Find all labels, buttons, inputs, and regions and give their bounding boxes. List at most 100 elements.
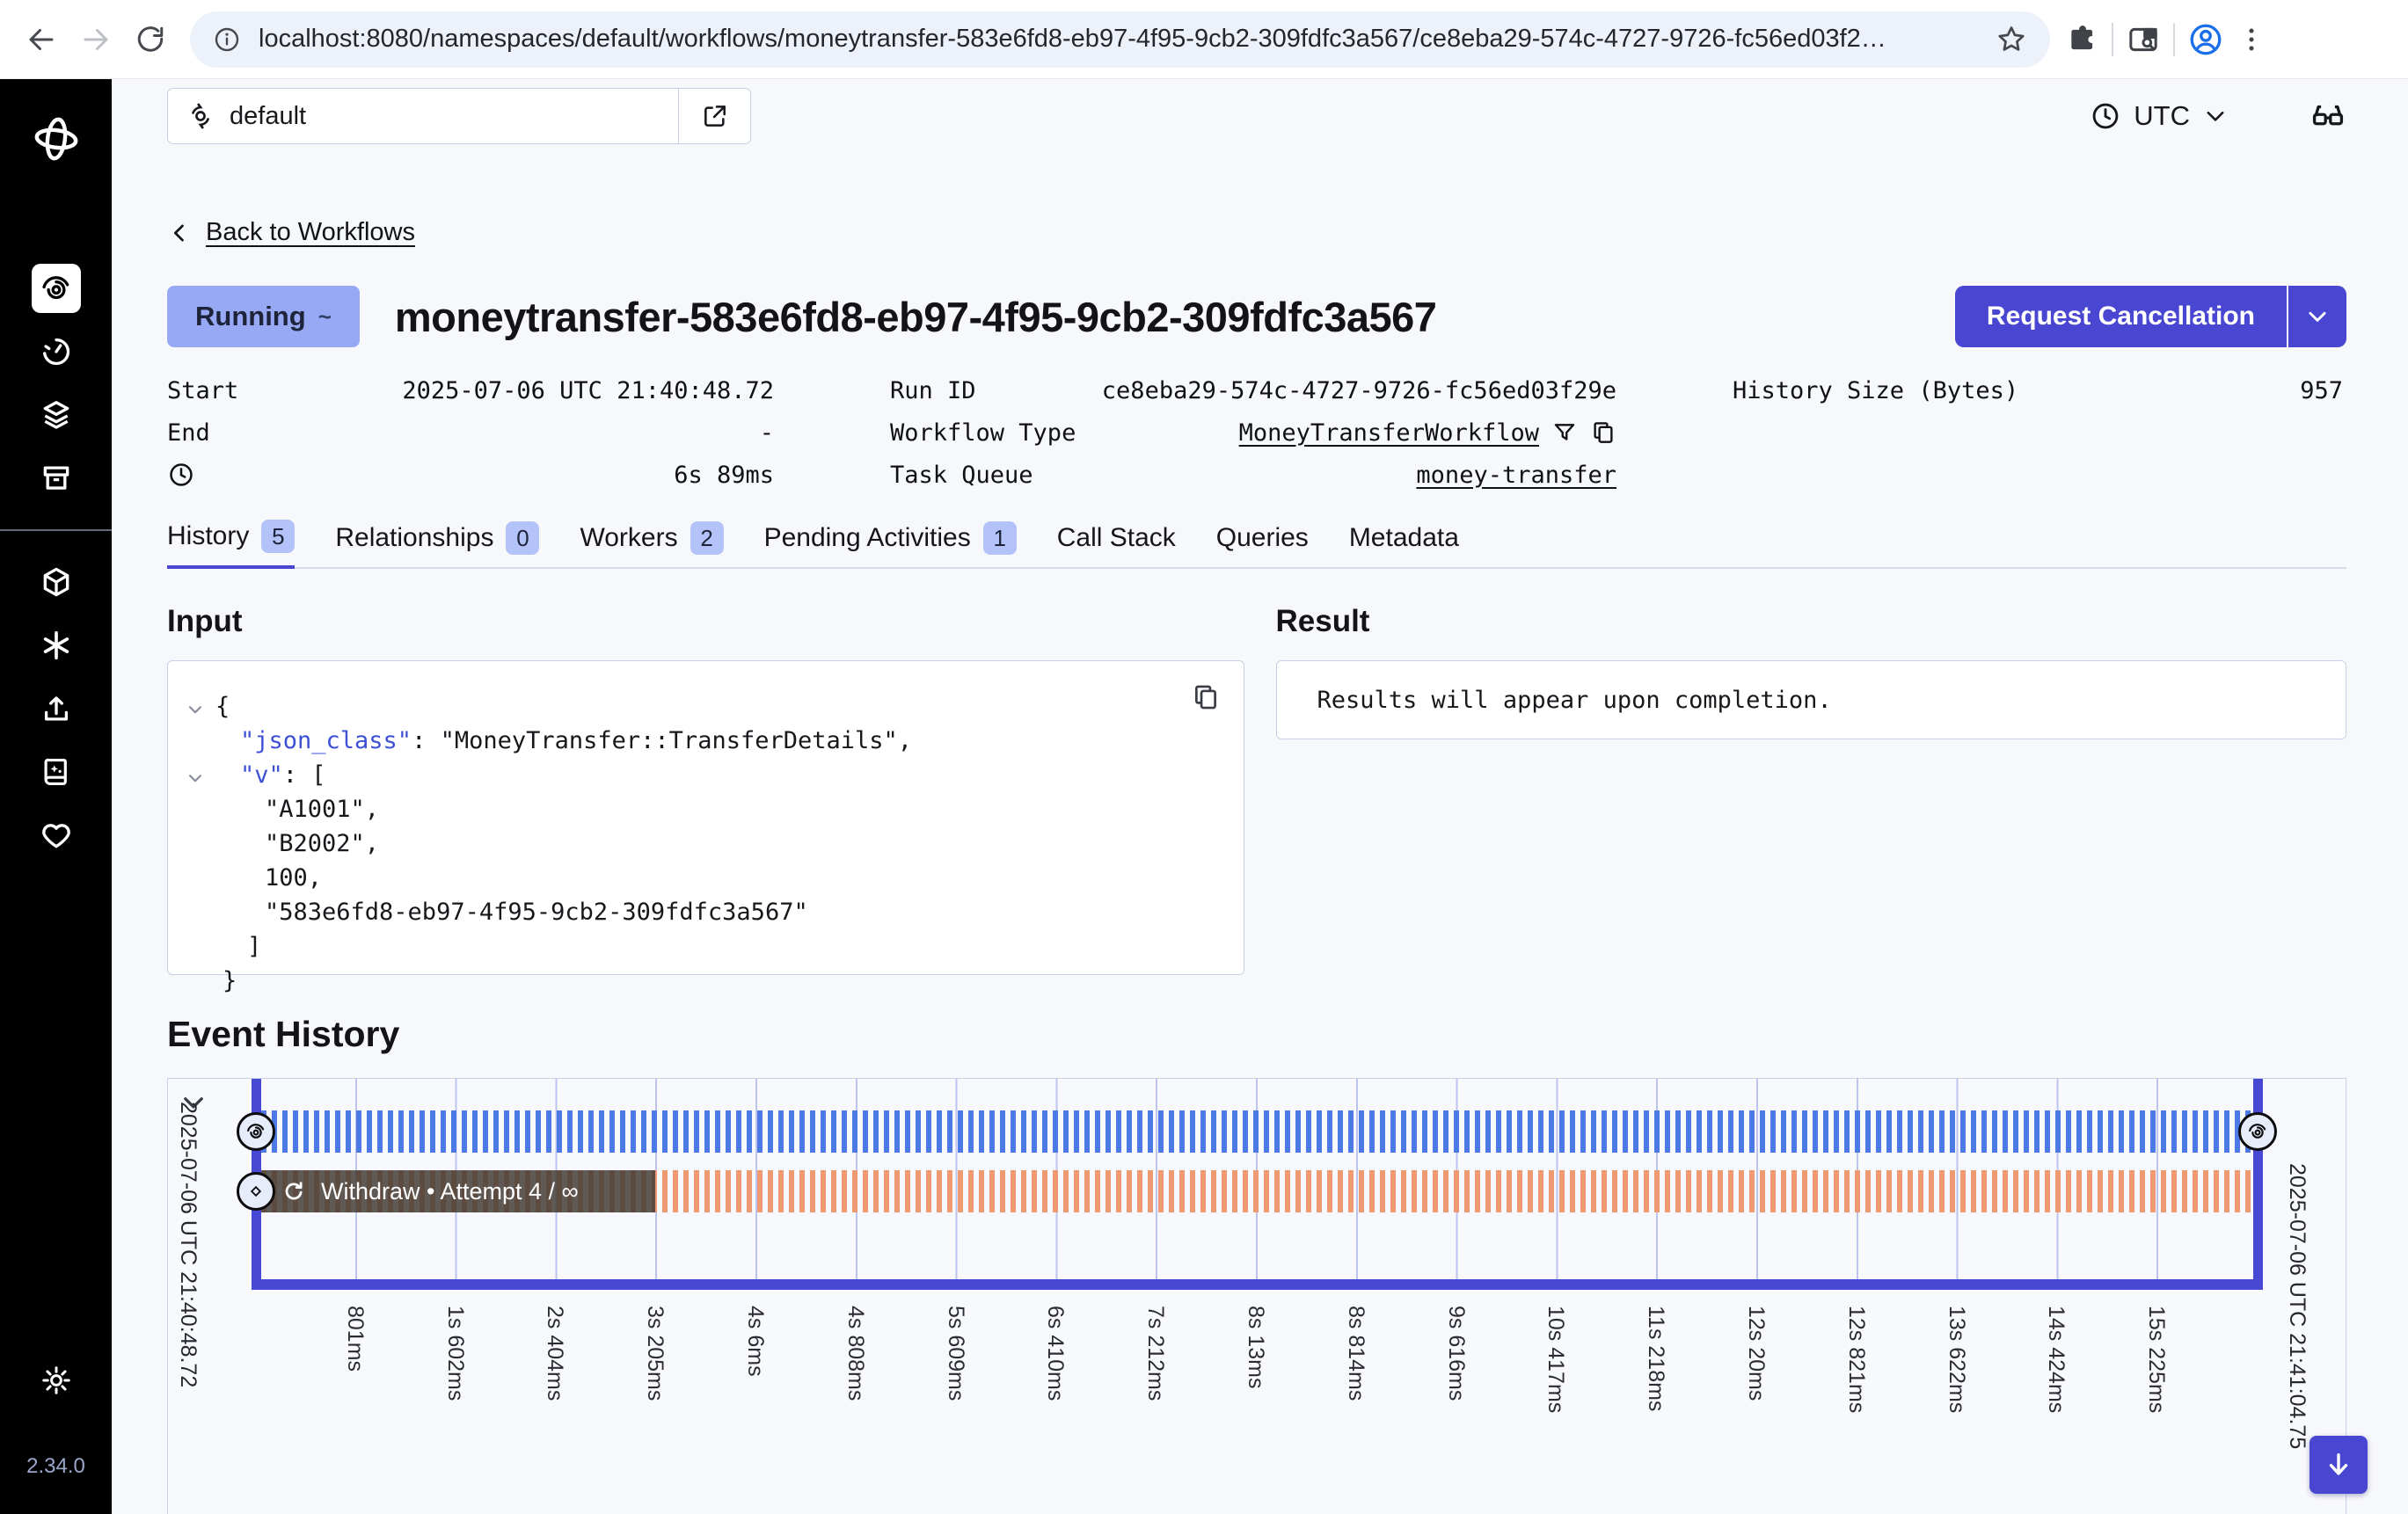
activity-label: Withdraw • Attempt 4 / ∞ [321,1178,579,1205]
event-history-heading: Event History [167,1014,2346,1055]
time-tick: 7s 212ms [1142,1306,1168,1401]
tab-call-stack[interactable]: Call Stack [1057,520,1176,569]
theme-toggle-button[interactable] [32,1356,81,1405]
app-version: 2.34.0 [26,1454,85,1479]
activity-tooltip: Withdraw • Attempt 4 / ∞ [261,1170,655,1212]
url-text[interactable]: localhost:8080/namespaces/default/workfl… [259,25,1978,54]
sidebar-item-docs[interactable] [32,747,81,797]
collapse-caret-icon[interactable] [186,700,205,719]
meta-history-size: History Size (Bytes) 957 [1733,374,2343,407]
site-info-icon[interactable] [213,25,241,54]
namespace-selector[interactable]: default [168,89,678,143]
glasses-icon [2309,98,2346,135]
forward-arrow-icon [80,24,112,55]
timeline-end-axis [2253,1079,2263,1290]
back-to-workflows-link[interactable]: Back to Workflows [206,218,415,247]
activity-node[interactable] [237,1172,275,1211]
tab-relationships[interactable]: Relationships 0 [335,520,539,569]
meta-value: - [760,419,774,447]
tab-count-badge: 1 [983,521,1017,555]
chevron-down-icon [2304,303,2331,330]
json-line: "A1001", [168,792,1244,826]
meta-start: Start 2025-07-06 UTC 21:40:48.72 [167,374,774,407]
json-value: "B2002", [265,830,379,857]
browser-toolbar-icons [2066,21,2266,58]
profile-icon[interactable] [2187,21,2224,58]
duration-clock-icon [167,461,195,489]
tab-workers[interactable]: Workers 2 [580,520,723,569]
address-bar[interactable]: localhost:8080/namespaces/default/workfl… [190,11,2050,68]
sidebar-item-archive[interactable] [32,454,81,503]
namespace-name: default [230,102,306,131]
meta-label: End [167,419,210,447]
sidebar-item-deployments[interactable] [32,390,81,440]
json-value: "A1001", [265,796,379,823]
workflow-spiral-icon [2246,1120,2269,1143]
workflow-execution-bar[interactable] [261,1110,2253,1153]
labs-mode-button[interactable] [2309,98,2346,135]
reload-icon [135,24,166,55]
input-json-viewer: { "json_class": "MoneyTransfer::Transfer… [167,660,1244,975]
asterisk-icon [40,629,73,662]
cancellation-options-button[interactable] [2288,286,2346,347]
bookmark-star-icon[interactable] [1996,24,2027,55]
time-tick: 9s 616ms [1443,1306,1469,1401]
sidebar-item-nexus[interactable] [32,557,81,607]
time-tick: 801ms [342,1306,368,1372]
copy-input-button[interactable] [1191,682,1221,712]
timezone-selector[interactable]: UTC [2090,100,2229,132]
copy-icon [1191,682,1221,712]
tab-label: Workers [580,523,677,553]
scroll-download-button[interactable] [2309,1436,2368,1494]
collapse-caret-icon[interactable] [186,768,205,788]
tab-queries[interactable]: Queries [1216,520,1309,569]
browser-menu-icon[interactable] [2237,25,2266,55]
app-window: 2.34.0 default UTC [0,79,2408,1514]
extensions-icon[interactable] [2066,23,2099,56]
task-queue-link[interactable]: money-transfer [1416,462,1616,489]
toolbar-divider [2112,23,2113,56]
namespace-external-link-button[interactable] [678,89,750,143]
meta-label: Run ID [890,377,976,404]
meta-run-id: Run ID ce8eba29-574c-4727-9726-fc56ed03f… [890,374,1616,407]
namespace-icon [186,101,215,131]
workflow-spiral-icon [244,1120,267,1143]
sidebar-item-workflows[interactable] [32,264,81,313]
browser-back-button[interactable] [14,12,69,67]
meta-value: 2025-07-06 UTC 21:40:48.72 [402,377,774,404]
tab-metadata[interactable]: Metadata [1349,520,1459,569]
tab-history[interactable]: History 5 [167,520,295,569]
down-arrow-icon [2324,1450,2353,1480]
browser-reload-button[interactable] [123,12,178,67]
external-link-icon [701,102,729,130]
clock-icon [2090,100,2121,132]
workflow-start-node[interactable] [237,1112,275,1151]
result-placeholder: Results will appear upon completion. [1276,660,2347,739]
filter-icon[interactable] [1551,419,1578,446]
browser-forward-button[interactable] [69,12,123,67]
time-tick: 11s 218ms [1643,1306,1668,1411]
time-tick: 10s 417ms [1543,1306,1568,1413]
sidebar-item-schedules[interactable] [32,327,81,376]
request-cancellation-button[interactable]: Request Cancellation [1955,286,2287,347]
json-line: "json_class": "MoneyTransfer::TransferDe… [168,724,1244,758]
workflow-latest-node[interactable] [2238,1112,2277,1151]
docs-book-icon [40,755,73,789]
result-message: Results will appear upon completion. [1317,687,1832,714]
meta-empty [1733,416,2343,449]
timeline-start-timestamp: 2025-07-06 UTC 21:40:48.72 [175,1102,201,1387]
meta-workflow-type: Workflow Type MoneyTransferWorkflow [890,416,1616,449]
sidebar-item-feedback[interactable] [32,811,81,860]
tab-pending-activities[interactable]: Pending Activities 1 [764,520,1017,569]
sidebar-item-import[interactable] [32,684,81,733]
meta-empty [1733,458,2343,491]
sidebar-divider [0,529,112,531]
workflow-tabs: History 5 Relationships 0 Workers 2 Pend… [167,520,2346,569]
layers-icon [40,398,73,432]
sidebar-item-labs[interactable] [32,621,81,670]
tab-search-icon[interactable] [2126,22,2161,57]
json-line: { [168,689,1244,724]
copy-icon[interactable] [1590,419,1616,446]
time-tick: 13s 622ms [1944,1306,1969,1413]
workflow-type-link[interactable]: MoneyTransferWorkflow [1239,419,1539,447]
